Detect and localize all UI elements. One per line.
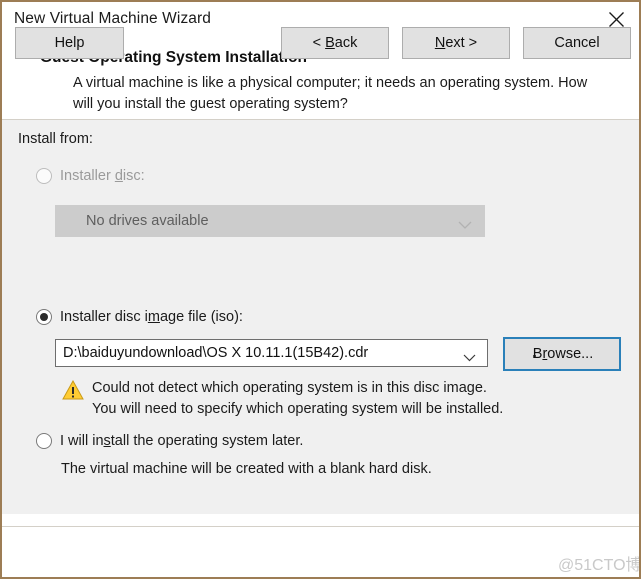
install-from-label: Install from: (18, 131, 93, 147)
browse-button-label: Browse... (532, 346, 594, 362)
warning-line-1: Could not detect which operating system … (92, 380, 487, 396)
window-title: New Virtual Machine Wizard (14, 10, 211, 27)
next-button[interactable]: Next > (402, 27, 510, 59)
dialog-footer (2, 514, 639, 577)
back-button[interactable]: < Back (281, 27, 389, 59)
radio-indicator-install-later (36, 433, 52, 449)
iso-path-value: D:\baiduyundownload\OS X 10.11.1(15B42).… (63, 345, 369, 361)
radio-indicator-iso-image (36, 309, 52, 325)
back-button-label: < Back (312, 35, 358, 51)
page-description: A virtual machine is like a physical com… (73, 75, 588, 112)
drive-select-value: No drives available (86, 213, 209, 229)
accelerator-letter: d (114, 168, 123, 184)
footer-divider (2, 526, 639, 527)
iso-path-select[interactable]: D:\baiduyundownload\OS X 10.11.1(15B42).… (55, 339, 488, 367)
help-button[interactable]: Help (15, 27, 124, 59)
install-later-note: The virtual machine will be created with… (61, 461, 432, 477)
next-button-label: Next > (434, 35, 478, 51)
warning-line-2: You will need to specify which operating… (92, 401, 504, 417)
warning-triangle-icon (62, 379, 84, 400)
help-button-label: Help (54, 35, 85, 51)
accelerator-letter: N (434, 35, 446, 51)
cancel-button-label: Cancel (554, 35, 600, 51)
warning-message: Could not detect which operating system … (92, 378, 562, 420)
radio-label-iso-image: Installer disc image file (iso): (60, 309, 243, 325)
drive-select: No drives available (55, 205, 485, 237)
radio-label-installer-disc: Installer disc: (60, 168, 145, 184)
chevron-down-icon (458, 217, 472, 235)
radio-iso-image[interactable]: Installer disc image file (iso): (36, 309, 243, 325)
radio-install-later[interactable]: I will install the operating system late… (36, 433, 303, 449)
accelerator-letter: B (325, 35, 335, 51)
radio-installer-disc[interactable]: Installer disc: (36, 168, 145, 184)
new-virtual-machine-wizard-dialog: New Virtual Machine Wizard Guest Operati… (0, 0, 641, 579)
chevron-down-icon[interactable] (463, 349, 476, 367)
radio-label-install-later: I will install the operating system late… (60, 433, 304, 449)
radio-indicator-installer-disc (36, 168, 52, 184)
close-icon (608, 11, 625, 28)
accelerator-letter: s (103, 433, 111, 449)
cancel-button[interactable]: Cancel (523, 27, 631, 59)
dialog-body: Install from: Installer disc: No drives … (2, 120, 639, 514)
accelerator-letter: m (147, 309, 160, 325)
browse-button[interactable]: Browse... (503, 337, 621, 371)
